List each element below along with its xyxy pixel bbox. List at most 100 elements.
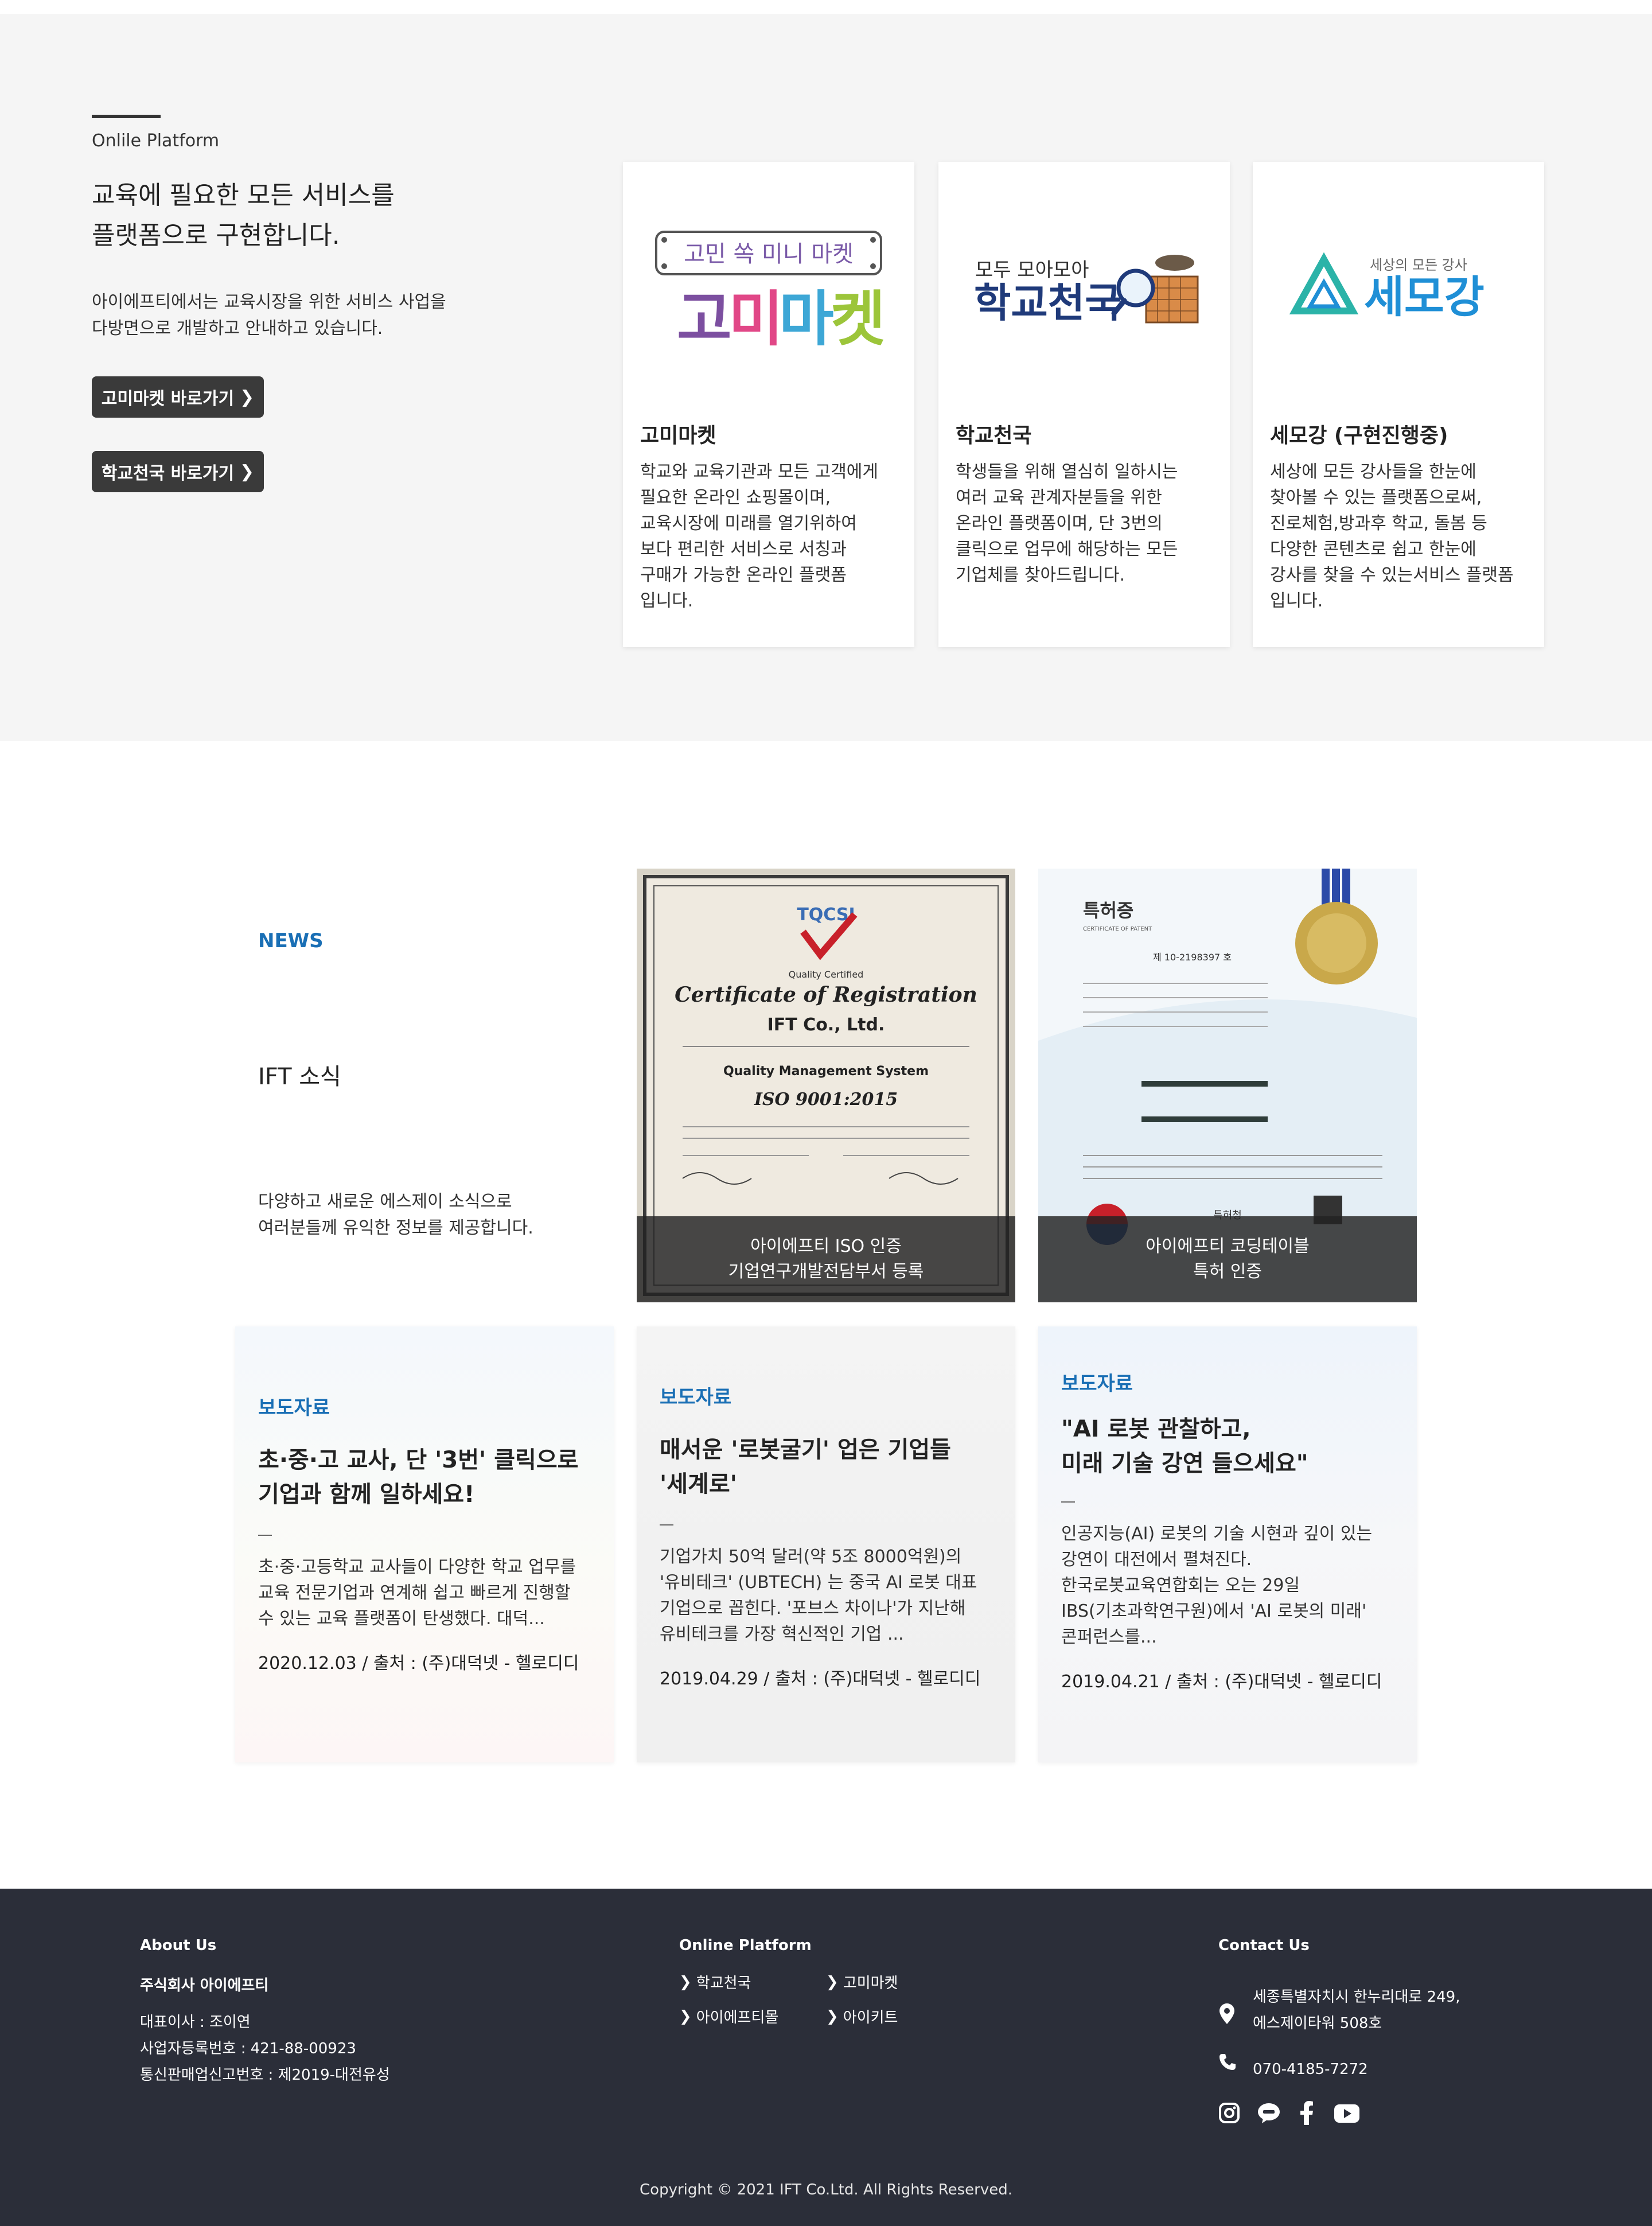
patent-subtitle: CERTIFICATE OF PATENT	[1083, 926, 1152, 932]
footer-link-label: 아이에프티몰	[696, 2009, 779, 2026]
chevron-right-icon: ❯	[826, 2007, 839, 2025]
press-card-content: 보도자료 "AI 로봇 관찰하고, 미래 기술 강연 들으세요" 인공지능(AI…	[1061, 1368, 1394, 1692]
footer-link-ift-mall[interactable]: ❯ 아이에프티몰	[679, 2006, 778, 2027]
gomi-market-link-button[interactable]: 고미마켓 바로가기 ❯	[92, 376, 264, 418]
footer-address-line: 세종특별자치시 한누리대로 249,	[1253, 1988, 1460, 2006]
press-title-line: 미래 기술 강연 들으세요"	[1061, 1450, 1308, 1477]
press-title: 초·중·고 교사, 단 '3번' 클릭으로 기업과 함께 일하세요!	[258, 1443, 591, 1512]
press-body-line: 수 있는 교육 플랫폼이 탄생했다. 대덕...	[258, 1609, 545, 1629]
cert-system: Quality Management System	[723, 1064, 929, 1079]
gomi-logo-char: 미	[728, 284, 784, 354]
press-body-line: 인공지능(AI) 로봇의 기술 시현과 깊이 있는	[1061, 1524, 1373, 1544]
news-description: 다양하고 새로운 에스제이 소식으로 여러분들께 유익한 정보를 제공합니다.	[258, 1189, 614, 1242]
footer-company-name: 주식회사 아이에프티	[140, 1977, 269, 1994]
press-card-content: 보도자료 초·중·고 교사, 단 '3번' 클릭으로 기업과 함께 일하세요! …	[258, 1392, 591, 1674]
desc-line: 온라인 플랫폼이며, 단 3번의	[956, 513, 1163, 534]
press-card[interactable]: 보도자료 초·중·고 교사, 단 '3번' 클릭으로 기업과 함께 일하세요! …	[235, 1326, 614, 1762]
desc-line: 교육시장에 미래를 열기위하여	[640, 513, 857, 534]
chevron-right-icon: ❯	[679, 1973, 692, 1991]
desc-line: 구매가 가능한 온라인 플랫폼	[640, 565, 847, 585]
gomi-market-logo: 고민 쏙 미니 마켓 고 미 마 켓	[623, 196, 914, 391]
cert-subtitle: Quality Certified	[789, 969, 864, 980]
instagram-icon[interactable]	[1218, 2102, 1240, 2124]
platform-title-line: 교육에 필요한 모든 서비스를	[92, 181, 395, 210]
semogang-logo: 세상의 모든 강사 세모강	[1253, 196, 1544, 391]
platform-section: Onlile Platform 교육에 필요한 모든 서비스를 플랫폼으로 구현…	[0, 14, 1652, 741]
divider	[660, 1524, 673, 1525]
youtube-icon[interactable]	[1334, 2104, 1359, 2123]
press-body-line: 교육 전문기업과 연계해 쉽고 빠르게 진행할	[258, 1583, 571, 1603]
desc-line: 찾아볼 수 있는 플랫폼으로써,	[1270, 488, 1482, 508]
desc-line: 학교와 교육기관과 모든 고객에게	[640, 462, 879, 482]
press-category: 보도자료	[1061, 1372, 1133, 1395]
footer-ceo: 대표이사 : 조이연	[140, 2014, 251, 2031]
platform-card-title: 학교천국	[956, 424, 1032, 447]
kakaotalk-icon[interactable]	[1257, 2102, 1280, 2124]
location-pin-icon	[1219, 2003, 1234, 2024]
footer-business-number: 사업자등록번호 : 421-88-00923	[140, 2040, 356, 2057]
section-rule	[92, 115, 161, 118]
platform-card-description: 학교와 교육기관과 모든 고객에게 필요한 온라인 쇼핑몰이며, 교육시장에 미…	[640, 459, 898, 614]
desc-line: 진로체험,방과후 학교, 돌봄 등	[1270, 513, 1487, 534]
desc-line: 기업체를 찾아드립니다.	[956, 565, 1125, 585]
school-heaven-link-button[interactable]: 학교천국 바로가기 ❯	[92, 451, 264, 492]
gomi-logo-char: 마	[779, 284, 834, 354]
press-body-line: '유비테크' (UBTECH) 는 중국 AI 로봇 대표	[660, 1573, 977, 1593]
news-card-caption: 아이에프티 ISO 인증 기업연구개발전담부서 등록	[637, 1216, 1015, 1302]
gomi-logo-tagline: 고민 쏙 미니 마켓	[684, 241, 854, 267]
chevron-right-icon: ❯	[679, 2007, 692, 2025]
gomi-logo-char: 켓	[831, 284, 886, 354]
cert-heading: Certificate of Registration	[675, 983, 977, 1007]
desc-line: 필요한 온라인 쇼핑몰이며,	[640, 488, 831, 508]
press-category: 보도자료	[660, 1386, 732, 1409]
footer-link-school-heaven[interactable]: ❯ 학교천국	[679, 1971, 751, 1992]
patent-title: 특허증	[1083, 900, 1133, 921]
semogang-logo-word: 세모강	[1364, 271, 1485, 322]
caption-line: 기업연구개발전담부서 등록	[728, 1262, 924, 1282]
facebook-icon[interactable]	[1300, 2101, 1314, 2125]
news-card-patent-certificate[interactable]: 특허증 CERTIFICATE OF PATENT 제 10-2198397 호…	[1038, 869, 1417, 1302]
platform-description: 아이에프티에서는 교육시장을 위한 서비스 사업을 다방면으로 개발하고 안내하…	[92, 289, 493, 342]
platform-title-line: 플랫폼으로 구현합니다.	[92, 221, 340, 250]
press-body: 인공지능(AI) 로봇의 기술 시현과 깊이 있는 강연이 대전에서 펼쳐진다.…	[1061, 1521, 1394, 1650]
footer-copyright: Copyright © 2021 IFT Co.Ltd. All Rights …	[640, 2181, 1012, 2198]
desc-line: 보다 편리한 서비스로 서칭과	[640, 539, 847, 559]
divider	[258, 1535, 272, 1536]
footer-link-label: 고미마켓	[843, 1975, 898, 1992]
caption-line: 아이에프티 코딩테이블	[1146, 1236, 1310, 1256]
footer-link-i-kit[interactable]: ❯ 아이키트	[826, 2006, 898, 2027]
chevron-right-icon: ❯	[240, 461, 255, 482]
press-title-line: '세계로'	[660, 1471, 737, 1497]
cert-standard: ISO 9001:2015	[754, 1089, 898, 1110]
platform-card-gomi-market[interactable]: 고민 쏙 미니 마켓 고 미 마 켓 고미마켓 학교와 교육기관과 모든 고객에…	[623, 162, 914, 647]
platform-card-description: 학생들을 위해 열심히 일하시는 여러 교육 관계자분들을 위한 온라인 플랫폼…	[956, 459, 1214, 588]
press-title-line: "AI 로봇 관찰하고,	[1061, 1416, 1251, 1442]
patent-number: 제 10-2198397 호	[1153, 952, 1232, 963]
platform-desc-line: 아이에프티에서는 교육시장을 위한 서비스 사업을	[92, 292, 446, 312]
chevron-right-icon: ❯	[826, 1973, 839, 1991]
platform-eyebrow: Onlile Platform	[92, 131, 220, 151]
press-card[interactable]: 보도자료 매서운 '로봇굴기' 업은 기업들 '세계로' 기업가치 50억 달러…	[637, 1326, 1015, 1762]
site-footer: About Us 주식회사 아이에프티 대표이사 : 조이연 사업자등록번호 :…	[0, 1889, 1652, 2226]
caption-line: 아이에프티 ISO 인증	[750, 1236, 902, 1256]
press-body-line: 콘퍼런스를...	[1061, 1627, 1157, 1647]
button-label: 학교천국 바로가기	[101, 464, 235, 484]
platform-card-semogang[interactable]: 세상의 모든 강사 세모강 세모강 (구현진행중) 세상에 모든 강사들을 한눈…	[1253, 162, 1544, 647]
press-card[interactable]: 보도자료 "AI 로봇 관찰하고, 미래 기술 강연 들으세요" 인공지능(AI…	[1038, 1326, 1417, 1762]
press-body-line: IBS(기초과학연구원)에서 'AI 로봇의 미래'	[1061, 1601, 1367, 1621]
press-card-content: 보도자료 매서운 '로봇굴기' 업은 기업들 '세계로' 기업가치 50억 달러…	[660, 1381, 992, 1690]
press-title-line: 매서운 '로봇굴기' 업은 기업들	[660, 1437, 951, 1463]
divider	[1061, 1501, 1075, 1503]
caption-line: 특허 인증	[1193, 1262, 1262, 1282]
press-body-line: 기업가치 50억 달러(약 5조 8000억원)의	[660, 1547, 962, 1567]
news-card-iso-certificate[interactable]: TQCSI Quality Certified Certificate of R…	[637, 869, 1015, 1302]
footer-link-gomi-market[interactable]: ❯ 고미마켓	[826, 1971, 898, 1992]
footer-mail-order-number: 통신판매업신고번호 : 제2019-대전유성	[140, 2067, 390, 2084]
desc-line: 다양한 콘텐츠로 쉽고 한눈에	[1270, 539, 1476, 559]
semogang-logo-tagline: 세상의 모든 강사	[1370, 257, 1467, 273]
news-desc-line: 다양하고 새로운 에스제이 소식으로	[258, 1192, 512, 1212]
school-heaven-logo-art: 모두 모아모아 학교천국	[974, 255, 1199, 326]
platform-card-school-heaven[interactable]: 모두 모아모아 학교천국 학교천국 학생들을 위해 열심히 일하시는 여러 교육…	[938, 162, 1230, 647]
platform-title: 교육에 필요한 모든 서비스를 플랫폼으로 구현합니다.	[92, 176, 459, 256]
gomi-market-logo-art: 고민 쏙 미니 마켓 고 미 마 켓	[655, 231, 886, 354]
